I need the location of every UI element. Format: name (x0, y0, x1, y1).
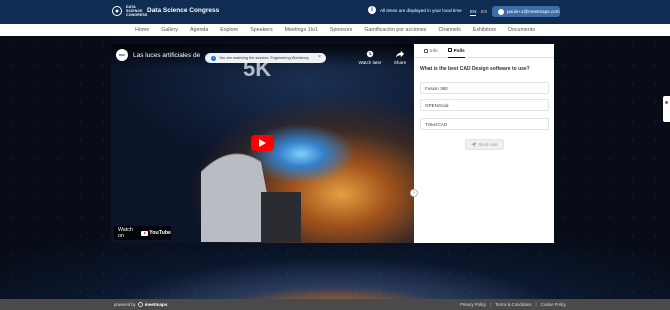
play-button[interactable] (251, 135, 274, 151)
youtube-label: YouTube (149, 230, 171, 236)
watch-later-label: Watch later (358, 60, 382, 65)
nav-explore[interactable]: Explore (220, 27, 238, 33)
youtube-logo-icon (141, 230, 149, 236)
video-player[interactable]: DSC Las luces artificiales de 5K Watch l… (111, 44, 414, 243)
footer-separator: | (535, 302, 537, 307)
notification-dot-icon (665, 101, 668, 104)
poll-option-3[interactable]: TinkerCAD (420, 118, 549, 130)
event-title: Data Science Congress (147, 7, 220, 14)
nav-gamification[interactable]: Gamificación por acciones (364, 27, 426, 33)
footer-links: Privacy Policy | Terms & Conditions | Co… (460, 302, 566, 307)
paper-plane-icon (471, 142, 477, 147)
tab-info-label: Info (430, 48, 438, 53)
brand-line-3: CONGRESS (126, 13, 148, 17)
channel-avatar[interactable]: DSC (116, 49, 128, 61)
send-vote-button[interactable]: Send vote (465, 139, 504, 150)
powered-brand: meetmaps (144, 302, 168, 307)
privacy-policy-link[interactable]: Privacy Policy (460, 302, 486, 307)
poll-option-1[interactable]: Fusion 360 (420, 82, 549, 94)
nav-home[interactable]: Home (135, 27, 149, 33)
poll-question: What is the best CAD Design software to … (420, 66, 530, 72)
timezone-notice: i All times are displayed in your local … (368, 6, 462, 14)
nav-documents[interactable]: Documents (508, 27, 535, 33)
nav-sponsors[interactable]: Sponsors (330, 27, 352, 33)
meetmaps-logo-icon (137, 302, 143, 307)
watch-later-button[interactable]: Watch later (357, 50, 383, 65)
timezone-text: All times are displayed in your local ti… (380, 7, 462, 13)
cookie-policy-link[interactable]: Cookie Policy (541, 302, 566, 307)
youtube-logo: YouTube (141, 230, 171, 236)
panel-collapse-toggle[interactable]: › (410, 189, 418, 197)
user-icon (498, 8, 504, 15)
polls-tab-icon (447, 48, 452, 52)
session-notice: i You are watching the session: Engineer… (205, 53, 326, 63)
brand-logo-icon (112, 4, 122, 18)
info-tab-icon (424, 48, 428, 53)
video-title[interactable]: Las luces artificiales de (133, 52, 200, 59)
watch-on-label: Watch on (118, 227, 133, 239)
nav-meetings[interactable]: Meetings 1to1 (285, 27, 318, 33)
brand-logo[interactable]: DATA SCIENCE CONGRESS (112, 4, 147, 18)
share-button[interactable]: Share (387, 50, 413, 65)
nav-gallery[interactable]: Gallery (161, 27, 178, 33)
nav-exhibitors[interactable]: Exhibitors (473, 27, 496, 33)
watch-on-youtube-button[interactable]: Watch on YouTube (114, 226, 171, 240)
poll-option-2[interactable]: OPENScad (420, 99, 549, 111)
share-arrow-icon (396, 50, 404, 58)
page-footer: powered by meetmaps Privacy Policy | Ter… (0, 299, 670, 310)
clock-icon (366, 50, 374, 58)
session-side-panel: Info Polls What is the best CAD Design s… (414, 44, 554, 243)
user-account-button[interactable]: paula+1@meetmaps.com (492, 6, 560, 17)
powered-by: powered by meetmaps (114, 302, 167, 307)
powered-by-label: powered by (114, 302, 136, 307)
tab-info[interactable]: Info (424, 44, 438, 58)
panel-tabs: Info Polls (414, 44, 554, 58)
brand-small-text: DATA SCIENCE CONGRESS (126, 5, 147, 17)
play-icon (259, 139, 266, 147)
lang-en-button[interactable]: EN (470, 9, 477, 16)
terms-link[interactable]: Terms & Conditions (495, 302, 531, 307)
nav-speakers[interactable]: Speakers (250, 27, 272, 33)
nav-channels[interactable]: Channels (438, 27, 460, 33)
lang-es-button[interactable]: ES (481, 9, 487, 14)
right-edge-tab[interactable] (663, 96, 670, 122)
top-header: DATA SCIENCE CONGRESS Data Science Congr… (0, 0, 670, 24)
main-nav: Home Gallery Agenda Explore Speakers Mee… (0, 24, 670, 36)
info-icon: i (211, 55, 216, 61)
share-label: Share (393, 60, 407, 65)
info-circle-icon: i (368, 6, 376, 14)
tab-polls[interactable]: Polls (447, 44, 465, 58)
close-icon[interactable]: × (318, 54, 321, 60)
nav-agenda[interactable]: Agenda (190, 27, 208, 33)
send-vote-label: Send vote (478, 142, 498, 147)
tab-polls-label: Polls (453, 47, 465, 53)
user-email: paula+1@meetmaps.com (507, 9, 560, 14)
footer-separator: | (490, 302, 492, 307)
session-notice-text: You are watching the session: Engineerin… (219, 56, 309, 60)
